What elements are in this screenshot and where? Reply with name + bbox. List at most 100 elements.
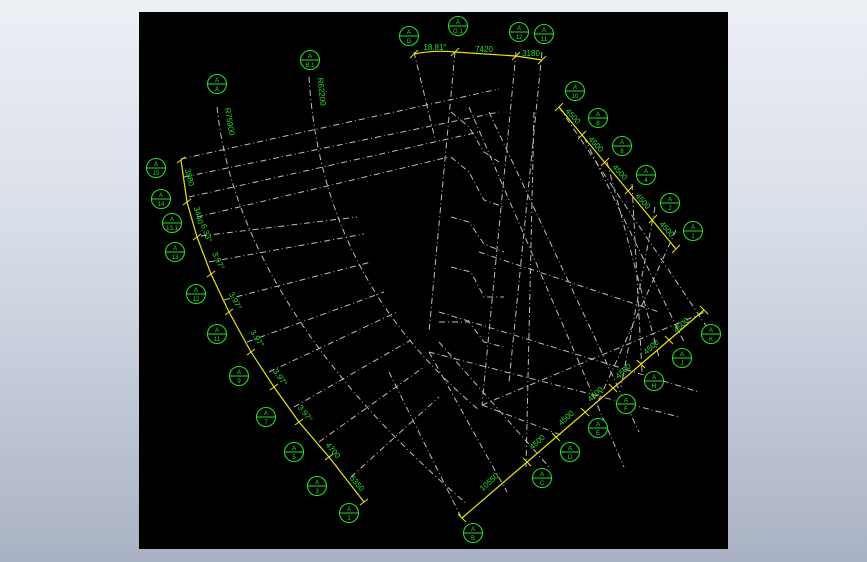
bubble-A-8-top-label: A (596, 112, 600, 118)
bubble-A-F-top-label: A (624, 398, 628, 404)
bubble-A-K-top-label: A (709, 328, 713, 334)
bubble-A-5: A5 (283, 441, 305, 463)
bubble-A-15: A 15 (145, 157, 167, 179)
dim-right-lower-3: 4500 (586, 384, 606, 403)
bubble-A-G: AG (398, 25, 420, 47)
bubble-A-B-1: A B.1 (299, 49, 321, 71)
bubble-A-12-top-top-label: A (517, 26, 521, 32)
bubble-A-B-top-label: A (471, 527, 475, 533)
dim-left-8: 4700 (324, 441, 343, 461)
bubble-A-G-1-top-label: A (456, 20, 460, 26)
bubble-A-G-1-bottom-label: G.1 (453, 29, 463, 35)
bubble-A-6-top-label: A (620, 140, 624, 146)
bubble-A-7-top-label: A (264, 411, 268, 417)
bubble-A-13-bottom-label: 13 (172, 255, 179, 261)
bubble-A-13-1-bottom-label: 13.1 (166, 226, 178, 232)
grid-lines (180, 51, 710, 518)
bubble-A-12-top: A 12 (508, 21, 530, 43)
bubble-A-H-top-label: A (652, 375, 656, 381)
dim-radius-inner: R62200 (316, 77, 328, 106)
dim-top-0: 18.81° (423, 43, 446, 52)
dim-right-lower-1: 4500 (528, 432, 548, 451)
dim-right-lower-2: 4500 (557, 408, 577, 427)
bubble-A-J-top-label: A (680, 352, 684, 358)
bubble-A-E-top-label: A (596, 422, 600, 428)
bubble-A-5-top-label: A (292, 446, 296, 452)
grid-bubbles: A15A14A13.1A13A12A11A9A7A5A3A1AAAB.1AGAG… (145, 15, 722, 544)
bubble-A-H: AH (643, 370, 665, 392)
bubble-A-J: AJ (671, 347, 693, 369)
bubble-A-E-bottom-label: E (596, 431, 600, 437)
dim-right-lower-0: 10550 (478, 471, 501, 493)
bubble-A-B: AB (462, 522, 484, 544)
bubble-A-1-left: A1 (338, 502, 360, 524)
bubble-A-1-right-top-label: A (691, 225, 695, 231)
bubble-A-13: A 13 (164, 241, 186, 263)
bubble-A-13-1-top-label: A (170, 217, 174, 223)
bubble-A-11-top-top-label: A (542, 28, 546, 34)
bubble-A-10: A 10 (564, 80, 586, 102)
dimension-lines (180, 50, 705, 519)
cad-drawing: 3880 3440 6.33° 3.97° 3.97° 3.97° 3.97° … (145, 15, 722, 544)
bubble-A-C-top-label: A (540, 472, 544, 478)
bubble-A-15-bottom-label: 15 (153, 171, 160, 177)
bubble-A-C: AC (531, 467, 553, 489)
bubble-A-13-1: A 13.1 (161, 212, 183, 234)
cad-drawing-viewport[interactable]: 3880 3440 6.33° 3.97° 3.97° 3.97° 3.97° … (139, 12, 728, 549)
bubble-A-6: A6 (611, 135, 633, 157)
bubble-A-D-top-label: A (568, 446, 572, 452)
dim-left-1: 3440 (192, 206, 205, 226)
bubble-A-A-top-label: A (215, 78, 219, 84)
bubble-A-10-top-label: A (573, 85, 577, 91)
bubble-A-14-bottom-label: 14 (158, 202, 165, 208)
bubble-A-4-top-label: A (644, 169, 648, 175)
bubble-A-11: A 11 (206, 323, 228, 345)
bubble-A-3-top-label: A (315, 480, 319, 486)
dim-left-9: 5350 (348, 474, 367, 494)
bubble-A-G-1: A G.1 (447, 15, 469, 37)
dim-left-4: 3.97° (227, 290, 244, 311)
bubble-A-D: AD (559, 441, 581, 463)
bubble-A-2-top-label: A (668, 197, 672, 203)
bubble-A-9: A9 (228, 365, 250, 387)
dim-radius-outer: R75900 (223, 107, 237, 137)
bubble-A-E: AE (587, 417, 609, 439)
bubble-A-11-top: A 11 (533, 23, 555, 45)
bubble-A-F: AF (615, 393, 637, 415)
bubble-A-G-top-label: A (407, 30, 411, 36)
bubble-A-H-bottom-label: H (652, 384, 656, 390)
dim-left-6: 3.97° (271, 367, 289, 388)
bubble-A-4: A4 (635, 164, 657, 186)
bubble-A-12: A 12 (185, 283, 207, 305)
bubble-A-1-left-top-label: A (347, 507, 351, 513)
bubble-A-C-bottom-label: C (540, 481, 545, 487)
bubble-A-14-top-label: A (159, 193, 163, 199)
bubble-A-12-top-label: A (194, 288, 198, 294)
bubble-A-2: A2 (659, 192, 681, 214)
dimension-labels: 3880 3440 6.33° 3.97° 3.97° 3.97° 3.97° … (183, 43, 692, 494)
bubble-A-11-bottom-label: 11 (214, 337, 221, 343)
bubble-A-J-bottom-label: J (681, 361, 684, 367)
bubble-A-11-top-bottom-label: 11 (541, 37, 548, 43)
dim-top-2: 3180 (522, 49, 540, 58)
bubble-A-B-bottom-label: B (471, 536, 475, 542)
bubble-A-13-top-label: A (173, 246, 177, 252)
bubble-A-D-bottom-label: D (568, 455, 573, 461)
bubble-A-3: A3 (306, 475, 328, 497)
bubble-A-12-top-bottom-label: 12 (516, 35, 523, 41)
bubble-A-7: A7 (255, 406, 277, 428)
bubble-A-8: A8 (587, 107, 609, 129)
bubble-A-10-bottom-label: 10 (572, 94, 579, 100)
bubble-A-1-right: A1 (682, 220, 704, 242)
dim-right-lower-6: 4500 (672, 315, 692, 334)
bubble-A-B-1-top-label: A (308, 54, 312, 60)
bubble-A-9-top-label: A (237, 370, 241, 376)
bubble-A-11-top-label: A (215, 328, 219, 334)
dim-left-5: 3.97° (248, 328, 266, 349)
bubble-A-G-bottom-label: G (407, 39, 412, 45)
bubble-A-K-bottom-label: K (709, 337, 713, 343)
dim-left-2: 6.33° (199, 223, 214, 244)
bubble-A-12-bottom-label: 12 (193, 297, 200, 303)
bubble-A-15-top-label: A (154, 162, 158, 168)
bubble-A-14: A 14 (150, 188, 172, 210)
